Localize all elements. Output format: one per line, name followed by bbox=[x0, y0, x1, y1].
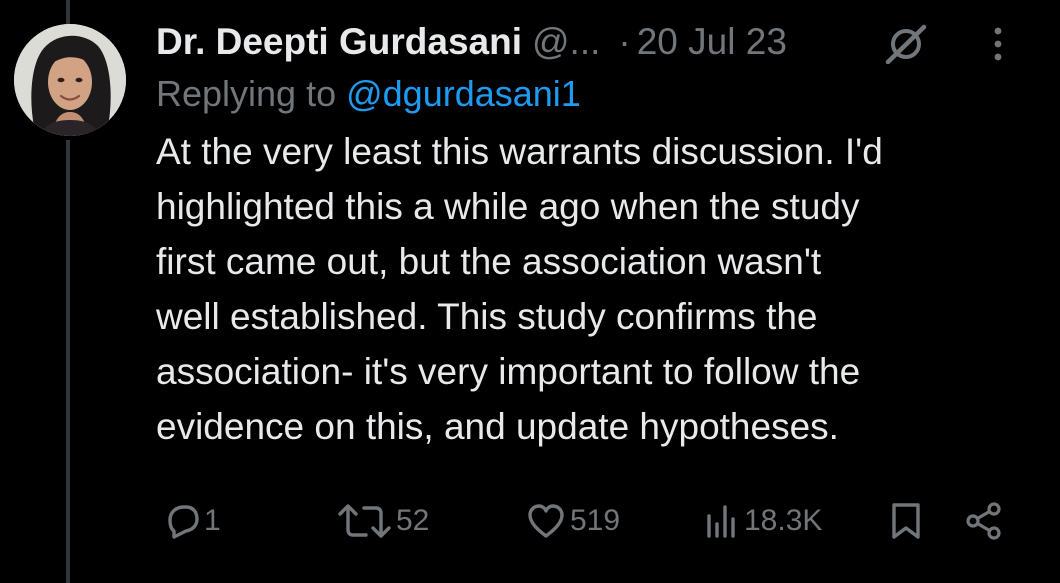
tweet-header: Dr. Deepti Gurdasani @... · 20 Jul 23 bbox=[156, 18, 1036, 66]
like-button[interactable]: 519 bbox=[526, 496, 620, 546]
action-bar: 1 52 519 18.3K bbox=[156, 496, 1046, 546]
views-button[interactable]: 18.3K bbox=[704, 496, 822, 546]
tweet-text-line: association- it's very important to foll… bbox=[156, 351, 861, 392]
thread-line-bottom bbox=[66, 140, 70, 583]
header-separator: · bbox=[618, 21, 631, 62]
repost-count: 52 bbox=[396, 504, 430, 537]
tweet-content: Dr. Deepti Gurdasani @... · 20 Jul 23 Re… bbox=[156, 18, 1036, 454]
like-icon bbox=[528, 504, 564, 538]
share-button[interactable] bbox=[966, 496, 1002, 546]
views-icon bbox=[707, 505, 735, 538]
replying-to-mention[interactable]: @dgurdasani1 bbox=[346, 73, 581, 114]
avatar-image bbox=[14, 24, 126, 136]
author-handle[interactable]: @... bbox=[532, 18, 600, 66]
replying-prefix: Replying to bbox=[156, 73, 347, 114]
tweet-text: At the very least this warrants discussi… bbox=[156, 124, 1036, 454]
more-icon[interactable] bbox=[992, 26, 1004, 62]
repost-icon bbox=[338, 504, 391, 538]
tweet-text-line: well established. This study confirms th… bbox=[156, 296, 818, 337]
replying-to: Replying to @dgurdasani1 bbox=[156, 70, 1036, 118]
reply-button[interactable]: 1 bbox=[162, 496, 221, 546]
tweet-text-line: evidence on this, and update hypotheses. bbox=[156, 406, 839, 447]
tweet-text-line: At the very least this warrants discussi… bbox=[156, 131, 883, 172]
reply-icon bbox=[168, 505, 199, 539]
tweet-date[interactable]: 20 Jul 23 bbox=[637, 18, 787, 66]
bookmark-button[interactable] bbox=[890, 496, 922, 546]
author-display-name[interactable]: Dr. Deepti Gurdasani bbox=[156, 18, 522, 66]
tweet-text-line: highlighted this a while ago when the st… bbox=[156, 186, 860, 227]
bookmark-icon bbox=[892, 503, 920, 539]
tweet-text-line: first came out, but the association wasn… bbox=[156, 241, 822, 282]
views-count: 18.3K bbox=[744, 504, 823, 537]
reply-count: 1 bbox=[204, 504, 221, 537]
avatar[interactable] bbox=[14, 24, 126, 136]
like-count: 519 bbox=[570, 504, 621, 537]
thread-line-top bbox=[66, 0, 70, 24]
repost-button[interactable]: 52 bbox=[336, 496, 429, 546]
grok-icon[interactable] bbox=[880, 24, 932, 64]
share-icon bbox=[966, 502, 1001, 540]
